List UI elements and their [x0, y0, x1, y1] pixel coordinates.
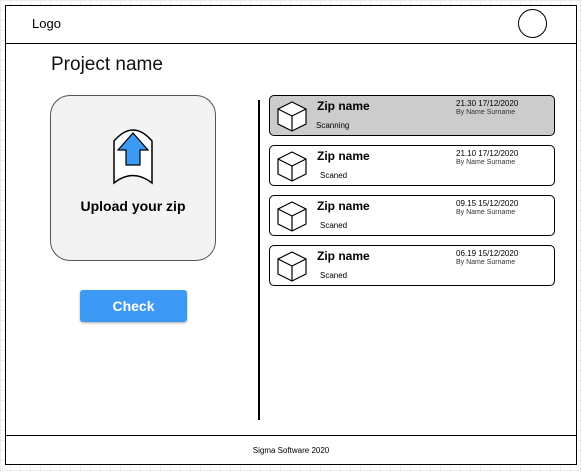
zip-author: By Name Surname [456, 109, 516, 116]
zip-status: Scaned [320, 271, 348, 280]
box-icon [277, 151, 307, 182]
zip-name: Zip name [317, 249, 370, 263]
zip-author: By Name Surname [456, 209, 516, 216]
zip-timestamp: 06.19 15/12/2020 [456, 249, 519, 258]
zip-list-item[interactable]: Zip name Scaned 21.10 17/12/2020 By Name… [269, 145, 555, 186]
box-icon [277, 251, 307, 282]
zip-name: Zip name [317, 149, 370, 163]
upload-icon [113, 129, 153, 185]
divider [258, 100, 260, 420]
avatar[interactable] [518, 9, 547, 38]
zip-name: Zip name [317, 99, 370, 113]
zip-timestamp: 21.30 17/12/2020 [456, 99, 519, 108]
zip-status: Scanning [316, 121, 350, 130]
page-title: Project name [51, 54, 163, 75]
zip-list-item[interactable]: Zip name Scaned 09.15 15/12/2020 By Name… [269, 195, 555, 236]
zip-list-item[interactable]: Zip name Scanning 21.30 17/12/2020 By Na… [269, 95, 555, 136]
footer: Sigma Software 2020 [6, 435, 576, 465]
zip-list: Zip name Scanning 21.30 17/12/2020 By Na… [269, 95, 555, 295]
zip-author: By Name Surname [456, 259, 516, 266]
zip-status: Scaned [320, 221, 348, 230]
upload-label: Upload your zip [80, 198, 186, 214]
logo[interactable]: Logo [32, 16, 61, 31]
upload-dropzone[interactable]: Upload your zip [50, 95, 216, 261]
app-frame: Logo Project name Upload your zip Check … [5, 5, 577, 465]
header: Logo [6, 6, 576, 44]
zip-list-item[interactable]: Zip name Scaned 06.19 15/12/2020 By Name… [269, 245, 555, 286]
box-icon [277, 101, 307, 132]
zip-status: Scaned [320, 171, 348, 180]
footer-text: Sigma Software 2020 [252, 446, 330, 455]
zip-timestamp: 09.15 15/12/2020 [456, 199, 519, 208]
zip-author: By Name Surname [456, 159, 516, 166]
check-button[interactable]: Check [80, 290, 187, 322]
box-icon [277, 201, 307, 232]
zip-timestamp: 21.10 17/12/2020 [456, 149, 519, 158]
zip-name: Zip name [317, 199, 370, 213]
